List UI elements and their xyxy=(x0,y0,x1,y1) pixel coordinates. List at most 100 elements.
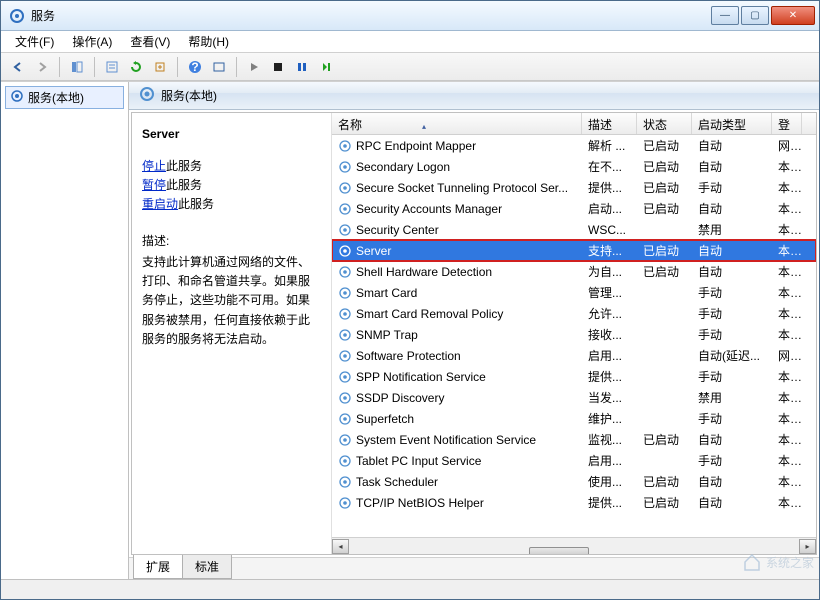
service-row[interactable]: Server支持...已启动自动本地 xyxy=(332,240,816,261)
extra-button[interactable] xyxy=(208,56,230,78)
service-name-cell: SNMP Trap xyxy=(332,328,582,342)
properties-button[interactable] xyxy=(101,56,123,78)
service-row[interactable]: SSDP Discovery当发...禁用本地 xyxy=(332,387,816,408)
service-row[interactable]: SNMP Trap接收...手动本地 xyxy=(332,324,816,345)
service-name-cell: Task Scheduler xyxy=(332,475,582,489)
restart-link[interactable]: 重启动 xyxy=(142,197,178,211)
restart-service-button[interactable] xyxy=(315,56,337,78)
service-row[interactable]: Task Scheduler使用...已启动自动本地 xyxy=(332,471,816,492)
scroll-right-icon[interactable]: ▸ xyxy=(799,539,816,554)
service-row[interactable]: Security Accounts Manager启动...已启动自动本地 xyxy=(332,198,816,219)
tab-extended[interactable]: 扩展 xyxy=(133,555,183,579)
desc-text: 支持此计算机通过网络的文件、打印、和命名管道共享。如果服务停止，这些功能不可用。… xyxy=(142,253,321,349)
service-start: 自动 xyxy=(692,200,772,217)
gear-icon xyxy=(338,181,352,195)
scroll-thumb[interactable] xyxy=(529,547,589,554)
pause-link[interactable]: 暂停 xyxy=(142,178,166,192)
service-desc: 接收... xyxy=(582,326,637,343)
content: Server 停止此服务 暂停此服务 重启动此服务 描述: 支持此计算机通过网络… xyxy=(131,112,817,555)
service-desc: 当发... xyxy=(582,389,637,406)
service-name: Security Center xyxy=(356,223,439,237)
service-row[interactable]: SPP Notification Service提供...手动本地 xyxy=(332,366,816,387)
service-status: 已启动 xyxy=(637,137,692,154)
service-row[interactable]: Tablet PC Input Service启用...手动本地 xyxy=(332,450,816,471)
show-hide-tree-button[interactable] xyxy=(66,56,88,78)
services-icon xyxy=(9,8,25,24)
list-body[interactable]: RPC Endpoint Mapper解析 ...已启动自动网络Secondar… xyxy=(332,135,816,537)
service-logon: 本地 xyxy=(772,179,802,196)
gear-icon xyxy=(338,370,352,384)
tab-standard[interactable]: 标准 xyxy=(182,555,232,579)
service-status: 已启动 xyxy=(637,200,692,217)
link-suffix: 此服务 xyxy=(178,197,214,211)
service-row[interactable]: TCP/IP NetBIOS Helper提供...已启动自动本地 xyxy=(332,492,816,513)
menu-help[interactable]: 帮助(H) xyxy=(180,31,237,52)
refresh-button[interactable] xyxy=(125,56,147,78)
service-start: 手动 xyxy=(692,326,772,343)
service-start: 手动 xyxy=(692,284,772,301)
col-desc[interactable]: 描述 xyxy=(582,113,637,134)
titlebar[interactable]: 服务 — ▢ ✕ xyxy=(1,1,819,31)
start-service-button[interactable] xyxy=(243,56,265,78)
tree-root[interactable]: 服务(本地) xyxy=(5,86,124,109)
service-name: Task Scheduler xyxy=(356,475,438,489)
service-desc: 在不... xyxy=(582,158,637,175)
close-button[interactable]: ✕ xyxy=(771,6,815,25)
menu-action[interactable]: 操作(A) xyxy=(64,31,120,52)
scroll-left-icon[interactable]: ◂ xyxy=(332,539,349,554)
horizontal-scrollbar[interactable]: ◂ ▸ xyxy=(332,537,816,554)
service-row[interactable]: Smart Card管理...手动本地 xyxy=(332,282,816,303)
menubar: 文件(F) 操作(A) 查看(V) 帮助(H) xyxy=(1,31,819,53)
col-name[interactable]: 名称▴ xyxy=(332,113,582,134)
pause-service-button[interactable] xyxy=(291,56,313,78)
col-status[interactable]: 状态 xyxy=(637,113,692,134)
service-row[interactable]: Secondary Logon在不...已启动自动本地 xyxy=(332,156,816,177)
service-name: Secure Socket Tunneling Protocol Ser... xyxy=(356,181,568,195)
service-logon: 本地 xyxy=(772,305,802,322)
help-button[interactable]: ? xyxy=(184,56,206,78)
service-name: Server xyxy=(356,244,391,258)
col-logon[interactable]: 登 xyxy=(772,113,802,134)
service-name: RPC Endpoint Mapper xyxy=(356,139,476,153)
gear-icon xyxy=(139,86,155,105)
gear-icon xyxy=(338,307,352,321)
col-start[interactable]: 启动类型 xyxy=(692,113,772,134)
gear-icon xyxy=(338,412,352,426)
service-row[interactable]: Smart Card Removal Policy允许...手动本地 xyxy=(332,303,816,324)
service-row[interactable]: Secure Socket Tunneling Protocol Ser...提… xyxy=(332,177,816,198)
service-logon: 网络 xyxy=(772,347,802,364)
stop-link[interactable]: 停止 xyxy=(142,159,166,173)
service-name: Shell Hardware Detection xyxy=(356,265,492,279)
service-desc: 使用... xyxy=(582,473,637,490)
list-header: 名称▴ 描述 状态 启动类型 登 xyxy=(332,113,816,135)
forward-button[interactable] xyxy=(31,56,53,78)
window-title: 服务 xyxy=(31,7,711,24)
stop-service-button[interactable] xyxy=(267,56,289,78)
menu-file[interactable]: 文件(F) xyxy=(7,31,62,52)
service-row[interactable]: RPC Endpoint Mapper解析 ...已启动自动网络 xyxy=(332,135,816,156)
service-row[interactable]: Superfetch维护...手动本地 xyxy=(332,408,816,429)
service-start: 自动 xyxy=(692,473,772,490)
service-row[interactable]: System Event Notification Service监视...已启… xyxy=(332,429,816,450)
service-row[interactable]: Shell Hardware Detection为自...已启动自动本地 xyxy=(332,261,816,282)
export-button[interactable] xyxy=(149,56,171,78)
service-name-cell: System Event Notification Service xyxy=(332,433,582,447)
tree-pane[interactable]: 服务(本地) xyxy=(1,82,129,579)
menu-view[interactable]: 查看(V) xyxy=(122,31,178,52)
service-desc: 解析 ... xyxy=(582,137,637,154)
separator xyxy=(236,57,237,77)
service-logon: 本地 xyxy=(772,473,802,490)
service-row[interactable]: Security CenterWSC...禁用本地 xyxy=(332,219,816,240)
back-button[interactable] xyxy=(7,56,29,78)
service-status: 已启动 xyxy=(637,158,692,175)
service-start: 手动 xyxy=(692,368,772,385)
service-row[interactable]: Software Protection启用...自动(延迟...网络 xyxy=(332,345,816,366)
minimize-button[interactable]: — xyxy=(711,6,739,25)
service-name-cell: SPP Notification Service xyxy=(332,370,582,384)
service-start: 自动 xyxy=(692,158,772,175)
service-logon: 本地 xyxy=(772,368,802,385)
service-name: SSDP Discovery xyxy=(356,391,444,405)
maximize-button[interactable]: ▢ xyxy=(741,6,769,25)
service-logon: 本地 xyxy=(772,242,802,259)
page-title-bar: 服务(本地) xyxy=(129,82,819,110)
